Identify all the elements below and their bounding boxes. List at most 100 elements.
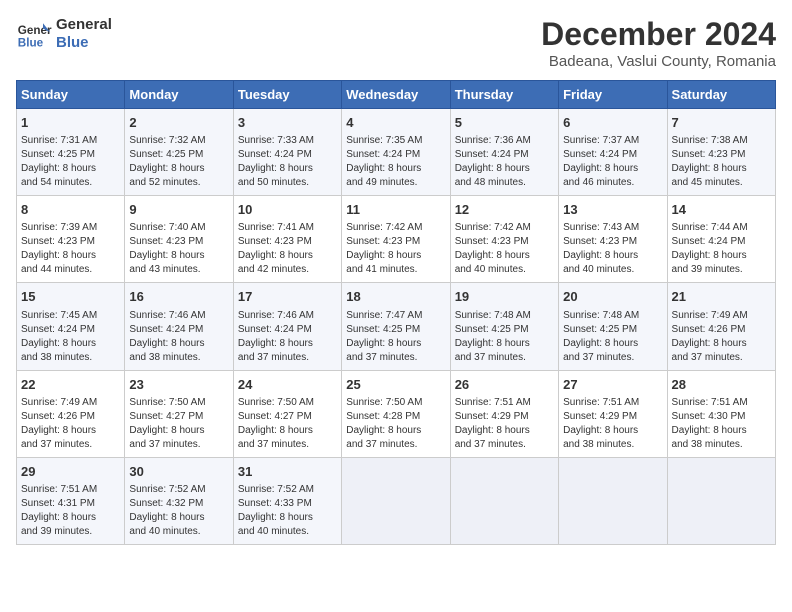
day-detail: Sunrise: 7:32 AMSunset: 4:25 PMDaylight:… xyxy=(129,134,228,190)
day-detail: Sunrise: 7:46 AMSunset: 4:24 PMDaylight:… xyxy=(238,309,337,365)
day-detail: Sunrise: 7:50 AMSunset: 4:28 PMDaylight:… xyxy=(346,396,445,452)
calendar-cell: 5 Sunrise: 7:36 AMSunset: 4:24 PMDaylight… xyxy=(450,109,558,196)
day-detail: Sunrise: 7:39 AMSunset: 4:23 PMDaylight:… xyxy=(21,221,120,277)
day-number: 9 xyxy=(129,201,228,219)
day-number: 6 xyxy=(563,114,662,132)
day-number: 18 xyxy=(346,288,445,306)
calendar-cell: 19 Sunrise: 7:48 AMSunset: 4:25 PMDayligh… xyxy=(450,283,558,370)
day-detail: Sunrise: 7:52 AMSunset: 4:33 PMDaylight:… xyxy=(238,483,337,539)
day-detail: Sunrise: 7:50 AMSunset: 4:27 PMDaylight:… xyxy=(238,396,337,452)
header: General Blue General Blue December 2024 … xyxy=(16,16,776,70)
calendar-cell: 25 Sunrise: 7:50 AMSunset: 4:28 PMDayligh… xyxy=(342,370,450,457)
calendar-cell: 9 Sunrise: 7:40 AMSunset: 4:23 PMDaylight… xyxy=(125,196,233,283)
calendar-week-row: 15 Sunrise: 7:45 AMSunset: 4:24 PMDayligh… xyxy=(17,283,776,370)
calendar-cell: 10Sunrise: 7:41 AMSunset: 4:23 PMDayligh… xyxy=(233,196,341,283)
calendar-week-row: 29Sunrise: 7:51 AMSunset: 4:31 PMDayligh… xyxy=(17,457,776,544)
day-detail: Sunrise: 7:38 AMSunset: 4:23 PMDaylight:… xyxy=(672,134,771,190)
day-number: 4 xyxy=(346,114,445,132)
logo: General Blue General Blue xyxy=(16,16,112,52)
calendar-cell: 16 Sunrise: 7:46 AMSunset: 4:24 PMDayligh… xyxy=(125,283,233,370)
day-number: 2 xyxy=(129,114,228,132)
day-detail: Sunrise: 7:43 AMSunset: 4:23 PMDaylight:… xyxy=(563,221,662,277)
day-detail: Sunrise: 7:37 AMSunset: 4:24 PMDaylight:… xyxy=(563,134,662,190)
day-detail: Sunrise: 7:50 AMSunset: 4:27 PMDaylight:… xyxy=(129,396,228,452)
calendar-cell: 15 Sunrise: 7:45 AMSunset: 4:24 PMDayligh… xyxy=(17,283,125,370)
weekday-header-row: SundayMondayTuesdayWednesdayThursdayFrid… xyxy=(17,81,776,109)
calendar-cell: 3 Sunrise: 7:33 AMSunset: 4:24 PMDaylight… xyxy=(233,109,341,196)
calendar-cell: 1Sunrise: 7:31 AMSunset: 4:25 PMDaylight… xyxy=(17,109,125,196)
calendar-cell: 12Sunrise: 7:42 AMSunset: 4:23 PMDayligh… xyxy=(450,196,558,283)
calendar-cell xyxy=(559,457,667,544)
day-detail: Sunrise: 7:48 AMSunset: 4:25 PMDaylight:… xyxy=(563,309,662,365)
calendar-cell: 21Sunrise: 7:49 AMSunset: 4:26 PMDayligh… xyxy=(667,283,775,370)
day-detail: Sunrise: 7:48 AMSunset: 4:25 PMDaylight:… xyxy=(455,309,554,365)
day-detail: Sunrise: 7:51 AMSunset: 4:30 PMDaylight:… xyxy=(672,396,771,452)
calendar-cell: 6 Sunrise: 7:37 AMSunset: 4:24 PMDaylight… xyxy=(559,109,667,196)
calendar-cell: 18Sunrise: 7:47 AMSunset: 4:25 PMDayligh… xyxy=(342,283,450,370)
calendar-cell xyxy=(342,457,450,544)
day-detail: Sunrise: 7:33 AMSunset: 4:24 PMDaylight:… xyxy=(238,134,337,190)
calendar-week-row: 1Sunrise: 7:31 AMSunset: 4:25 PMDaylight… xyxy=(17,109,776,196)
calendar-cell: 4 Sunrise: 7:35 AMSunset: 4:24 PMDaylight… xyxy=(342,109,450,196)
day-detail: Sunrise: 7:44 AMSunset: 4:24 PMDaylight:… xyxy=(672,221,771,277)
calendar-cell: 27Sunrise: 7:51 AMSunset: 4:29 PMDayligh… xyxy=(559,370,667,457)
day-detail: Sunrise: 7:45 AMSunset: 4:24 PMDaylight:… xyxy=(21,309,120,365)
day-detail: Sunrise: 7:52 AMSunset: 4:32 PMDaylight:… xyxy=(129,483,228,539)
weekday-header-cell: Tuesday xyxy=(233,81,341,109)
day-number: 28 xyxy=(672,376,771,394)
day-detail: Sunrise: 7:51 AMSunset: 4:29 PMDaylight:… xyxy=(455,396,554,452)
calendar-cell: 20Sunrise: 7:48 AMSunset: 4:25 PMDayligh… xyxy=(559,283,667,370)
calendar-cell: 23Sunrise: 7:50 AMSunset: 4:27 PMDayligh… xyxy=(125,370,233,457)
day-number: 19 xyxy=(455,288,554,306)
day-number: 7 xyxy=(672,114,771,132)
weekday-header-cell: Monday xyxy=(125,81,233,109)
weekday-header-cell: Friday xyxy=(559,81,667,109)
day-detail: Sunrise: 7:42 AMSunset: 4:23 PMDaylight:… xyxy=(346,221,445,277)
weekday-header-cell: Sunday xyxy=(17,81,125,109)
calendar-cell: 2 Sunrise: 7:32 AMSunset: 4:25 PMDaylight… xyxy=(125,109,233,196)
main-title: December 2024 xyxy=(541,16,776,53)
day-number: 22 xyxy=(21,376,120,394)
day-number: 3 xyxy=(238,114,337,132)
calendar-cell: 13 Sunrise: 7:43 AMSunset: 4:23 PMDayligh… xyxy=(559,196,667,283)
day-number: 15 xyxy=(21,288,120,306)
day-number: 14 xyxy=(672,201,771,219)
day-detail: Sunrise: 7:41 AMSunset: 4:23 PMDaylight:… xyxy=(238,221,337,277)
calendar-cell: 22 Sunrise: 7:49 AMSunset: 4:26 PMDayligh… xyxy=(17,370,125,457)
day-number: 1 xyxy=(21,114,120,132)
day-number: 13 xyxy=(563,201,662,219)
day-number: 16 xyxy=(129,288,228,306)
calendar-week-row: 22 Sunrise: 7:49 AMSunset: 4:26 PMDayligh… xyxy=(17,370,776,457)
day-detail: Sunrise: 7:46 AMSunset: 4:24 PMDaylight:… xyxy=(129,309,228,365)
calendar-cell: 26Sunrise: 7:51 AMSunset: 4:29 PMDayligh… xyxy=(450,370,558,457)
day-detail: Sunrise: 7:35 AMSunset: 4:24 PMDaylight:… xyxy=(346,134,445,190)
logo-icon: General Blue xyxy=(16,16,52,52)
calendar-cell: 31 Sunrise: 7:52 AMSunset: 4:33 PMDayligh… xyxy=(233,457,341,544)
day-detail: Sunrise: 7:49 AMSunset: 4:26 PMDaylight:… xyxy=(21,396,120,452)
day-number: 5 xyxy=(455,114,554,132)
calendar-cell: 28 Sunrise: 7:51 AMSunset: 4:30 PMDayligh… xyxy=(667,370,775,457)
svg-text:Blue: Blue xyxy=(18,37,44,50)
calendar-cell: 14 Sunrise: 7:44 AMSunset: 4:24 PMDayligh… xyxy=(667,196,775,283)
day-number: 31 xyxy=(238,463,337,481)
day-number: 11 xyxy=(346,201,445,219)
day-detail: Sunrise: 7:42 AMSunset: 4:23 PMDaylight:… xyxy=(455,221,554,277)
calendar-cell xyxy=(450,457,558,544)
calendar-week-row: 8Sunrise: 7:39 AMSunset: 4:23 PMDaylight… xyxy=(17,196,776,283)
day-detail: Sunrise: 7:36 AMSunset: 4:24 PMDaylight:… xyxy=(455,134,554,190)
day-number: 27 xyxy=(563,376,662,394)
day-number: 30 xyxy=(129,463,228,481)
calendar-body: 1Sunrise: 7:31 AMSunset: 4:25 PMDaylight… xyxy=(17,109,776,545)
weekday-header-cell: Wednesday xyxy=(342,81,450,109)
calendar-cell: 17Sunrise: 7:46 AMSunset: 4:24 PMDayligh… xyxy=(233,283,341,370)
day-detail: Sunrise: 7:40 AMSunset: 4:23 PMDaylight:… xyxy=(129,221,228,277)
day-number: 25 xyxy=(346,376,445,394)
calendar-cell xyxy=(667,457,775,544)
title-area: December 2024 Badeana, Vaslui County, Ro… xyxy=(541,16,776,70)
weekday-header-cell: Saturday xyxy=(667,81,775,109)
calendar-cell: 30 Sunrise: 7:52 AMSunset: 4:32 PMDayligh… xyxy=(125,457,233,544)
calendar-cell: 11 Sunrise: 7:42 AMSunset: 4:23 PMDayligh… xyxy=(342,196,450,283)
day-number: 21 xyxy=(672,288,771,306)
logo-line1: General xyxy=(56,16,112,34)
day-number: 29 xyxy=(21,463,120,481)
